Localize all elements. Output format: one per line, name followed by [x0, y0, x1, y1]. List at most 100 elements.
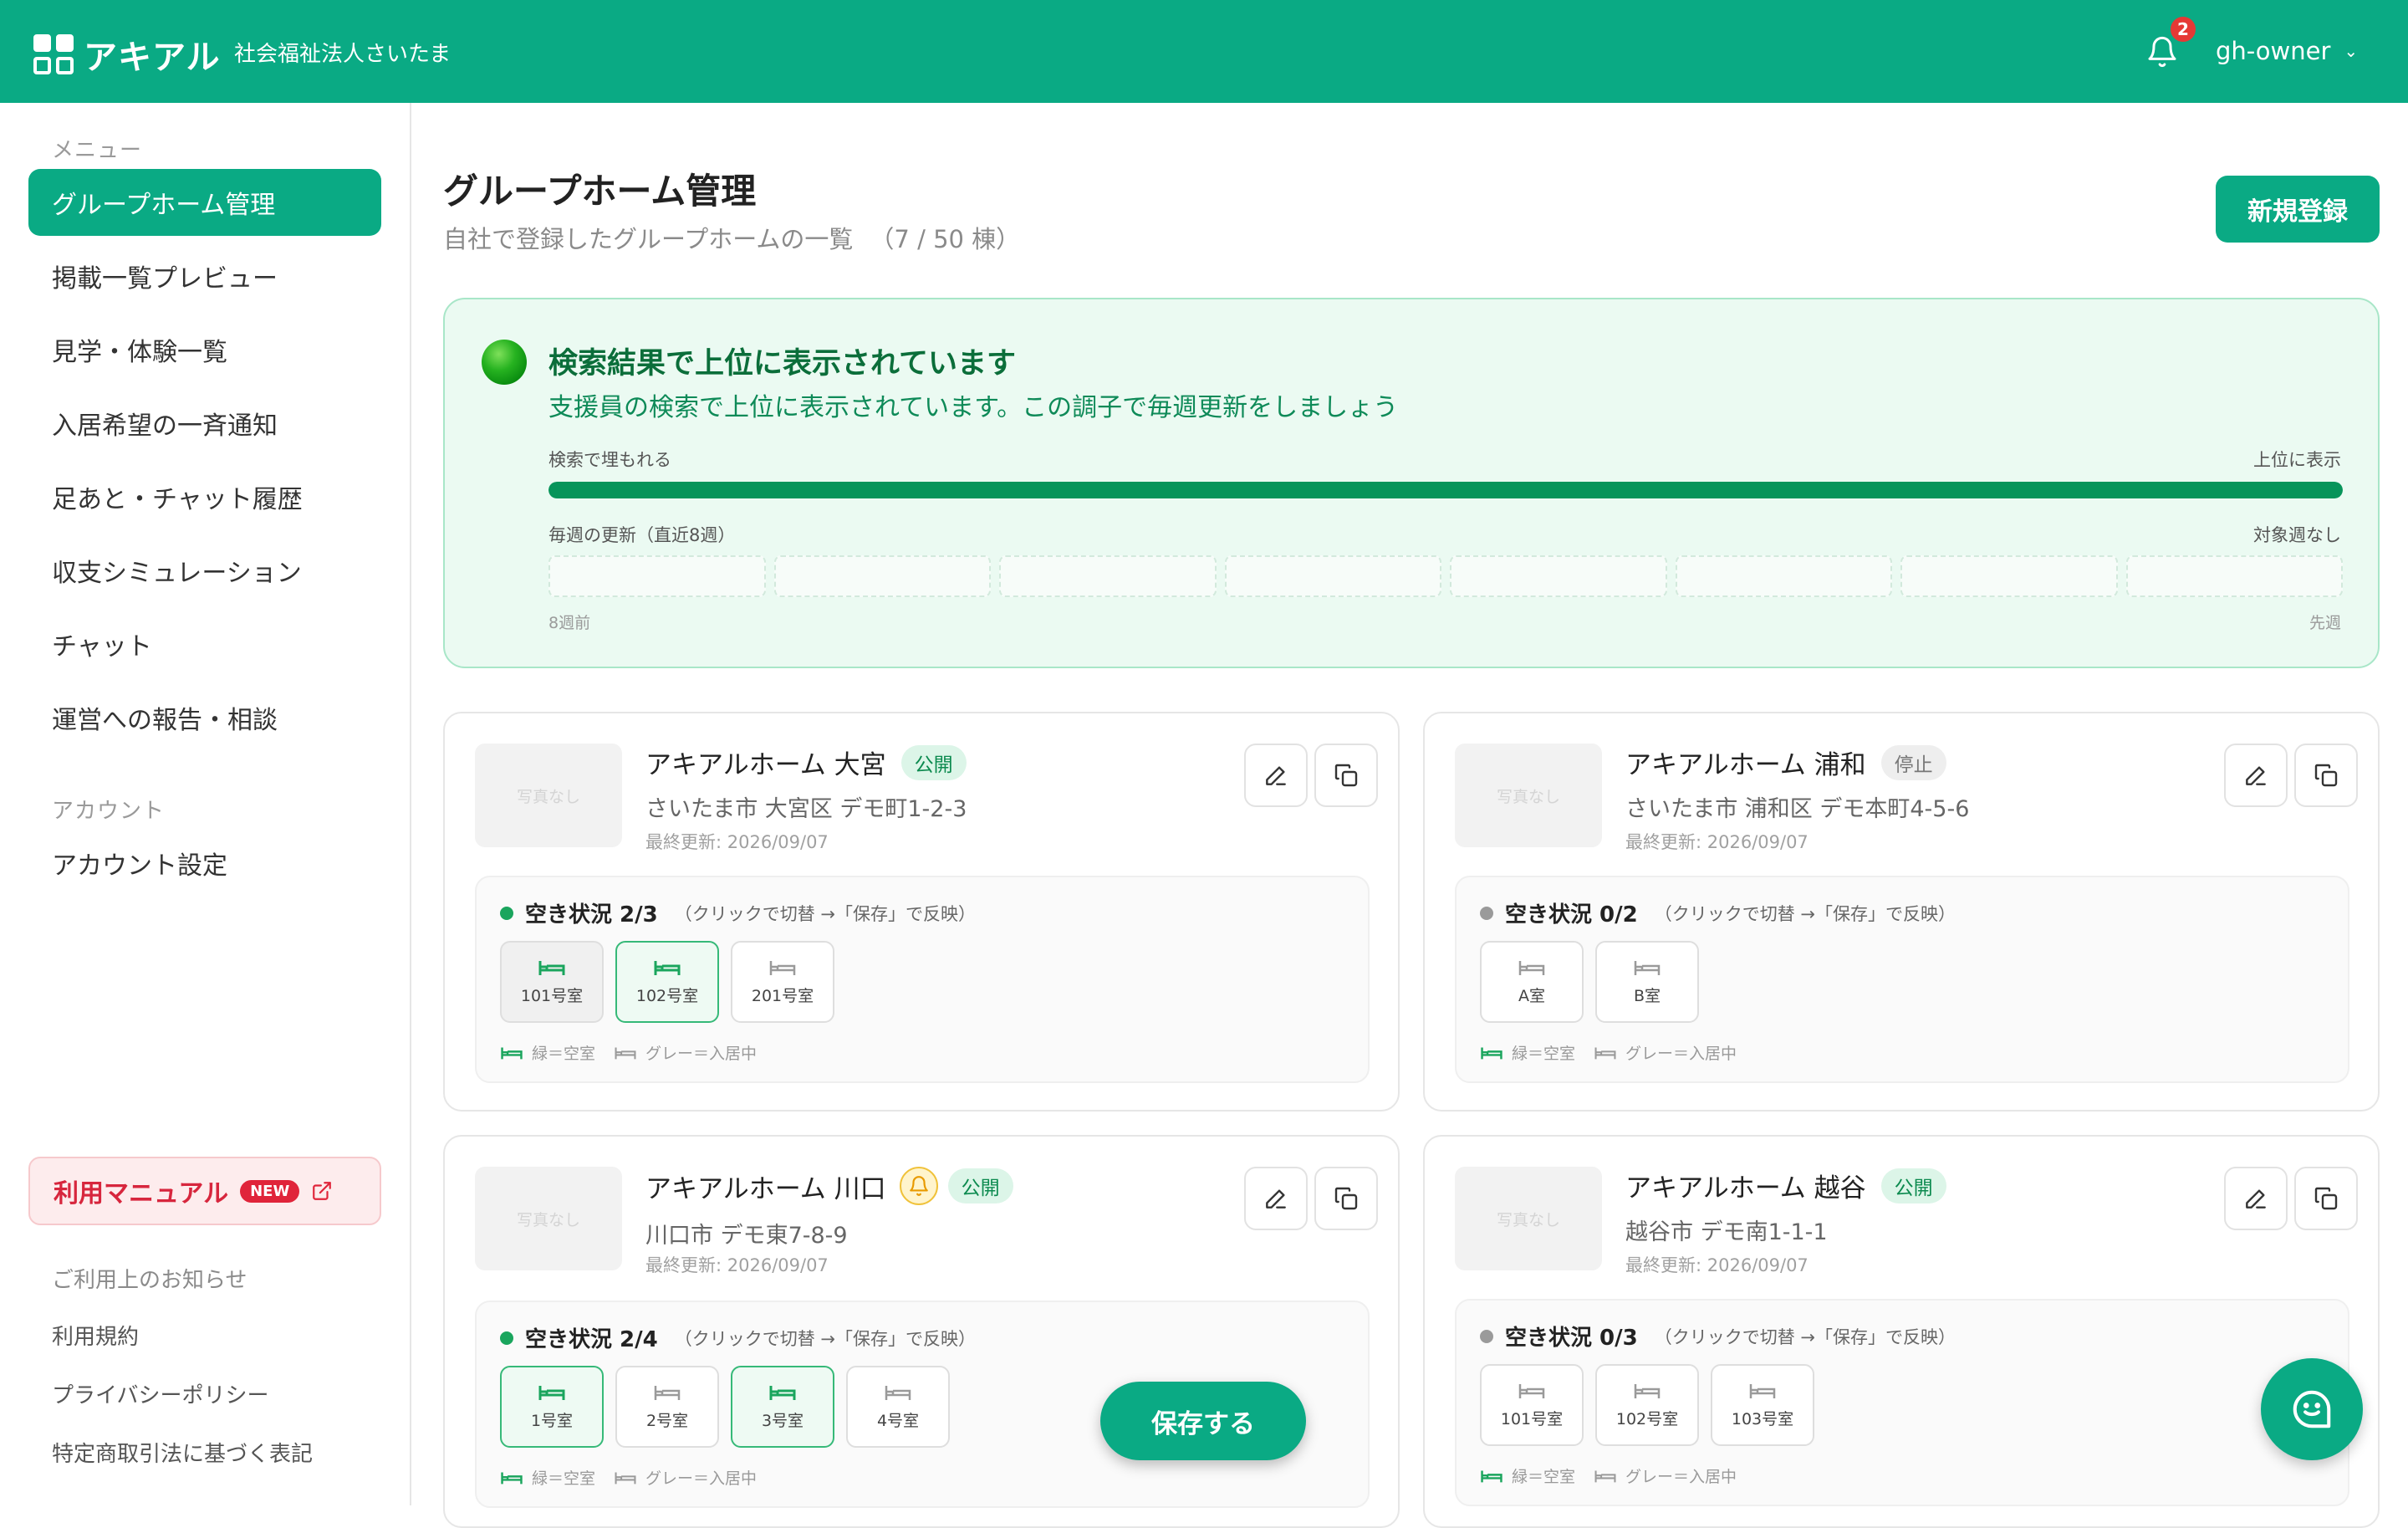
vacancy-note: （クリックで切替 →「保存」で反映）: [1654, 1326, 1956, 1347]
home-updated: 最終更新: 2026/09/07: [1625, 1255, 1809, 1275]
week-cell: [1450, 555, 1667, 597]
new-register-button[interactable]: 新規登録: [2216, 176, 2380, 243]
home-name: アキアルホーム 川口: [645, 1173, 886, 1204]
sidebar-item-group-home[interactable]: グループホーム管理: [28, 169, 381, 236]
manual-link[interactable]: 利用マニュアル NEW: [28, 1157, 381, 1225]
bed-icon: [615, 1046, 636, 1059]
bed-icon: [1634, 1383, 1661, 1398]
room-toggle[interactable]: B室: [1595, 941, 1699, 1023]
manual-label: 利用マニュアル: [54, 1179, 229, 1209]
home-card: 写真なし アキアルホーム 川口 公開 川口市 デモ東7-8-9 最終更新: 20…: [443, 1135, 1400, 1528]
edit-button[interactable]: [2224, 744, 2288, 807]
sidebar-item-simulation[interactable]: 収支シミュレーション: [28, 537, 381, 604]
terms-link[interactable]: 利用規約: [52, 1320, 139, 1351]
room-toggle[interactable]: 101号室: [500, 941, 604, 1023]
room-list: 101号室 102号室 103号室: [1480, 1364, 1814, 1446]
room-toggle[interactable]: 102号室: [615, 941, 719, 1023]
room-toggle[interactable]: 103号室: [1711, 1364, 1814, 1446]
bed-icon: [769, 1385, 796, 1400]
duplicate-button[interactable]: [2294, 1167, 2358, 1230]
sidebar-item-report[interactable]: 運営への報告・相談: [28, 684, 381, 751]
room-toggle[interactable]: 4号室: [846, 1366, 950, 1448]
notice-heading: ご利用上のお知らせ: [52, 1268, 247, 1293]
bed-icon: [885, 1385, 911, 1400]
home-name-row: アキアルホーム 川口 公開: [645, 1167, 1013, 1205]
room-label: 103号室: [1731, 1409, 1794, 1428]
duplicate-button[interactable]: [2294, 744, 2358, 807]
room-toggle[interactable]: 201号室: [731, 941, 834, 1023]
bed-icon: [1634, 960, 1661, 975]
commerce-law-link[interactable]: 特定商取引法に基づく表記: [52, 1437, 313, 1468]
legend-occupied: グレー＝入居中: [645, 1045, 758, 1063]
vacancy-header: 空き状況 2/3 （クリックで切替 →「保存」で反映）: [500, 897, 976, 928]
bed-icon: [1518, 1383, 1545, 1398]
page-subtitle-text: 自社で登録したグループホームの一覧: [443, 225, 854, 253]
bed-icon: [769, 960, 796, 975]
duplicate-button[interactable]: [1314, 1167, 1378, 1230]
bed-icon: [1481, 1469, 1502, 1482]
external-link-icon: [313, 1182, 332, 1200]
legend-occupied: グレー＝入居中: [1625, 1045, 1737, 1063]
sidebar-item-account-settings[interactable]: アカウント設定: [28, 830, 381, 897]
account-heading: アカウント: [52, 799, 166, 824]
bed-icon: [501, 1471, 523, 1484]
room-label: 101号室: [520, 986, 584, 1005]
home-name: アキアルホーム 浦和: [1625, 750, 1866, 780]
status-badge: 公開: [1880, 1168, 1946, 1203]
save-button[interactable]: 保存する: [1100, 1382, 1306, 1460]
page-title: グループホーム管理: [443, 171, 757, 212]
bed-icon: [1481, 1046, 1502, 1059]
status-badge: 停止: [1880, 744, 1946, 780]
legend-vacant: 緑＝空室: [1512, 1468, 1576, 1486]
app-logo[interactable]: アキアル: [33, 30, 221, 79]
bed-icon: [501, 1046, 523, 1059]
copy-icon: [2314, 764, 2338, 787]
legend-vacant: 緑＝空室: [1512, 1045, 1576, 1063]
legend-occupied: グレー＝入居中: [1625, 1468, 1737, 1486]
sidebar-item-bulk-notify[interactable]: 入居希望の一斉通知: [28, 390, 381, 457]
room-toggle[interactable]: 2号室: [615, 1366, 719, 1448]
bed-icon: [538, 1385, 565, 1400]
room-toggle[interactable]: 102号室: [1595, 1364, 1699, 1446]
chevron-down-icon: ⌄: [2344, 41, 2359, 61]
duplicate-button[interactable]: [1314, 744, 1378, 807]
bed-icon: [1749, 1383, 1776, 1398]
home-address: さいたま市 浦和区 デモ本町4-5-6: [1625, 796, 1970, 822]
privacy-link[interactable]: プライバシーポリシー: [52, 1378, 268, 1409]
room-label: A室: [1518, 986, 1545, 1005]
week-cell: [1224, 555, 1441, 597]
room-toggle[interactable]: 101号室: [1480, 1364, 1584, 1446]
vacancy-note: （クリックで切替 →「保存」で反映）: [674, 1328, 977, 1349]
status-description: 支援員の検索で上位に表示されています。この調子で毎週更新をしましょう: [548, 393, 1399, 422]
sidebar: メニュー グループホーム管理 掲載一覧プレビュー 見学・体験一覧 入居希望の一斉…: [0, 103, 411, 1505]
vacancy-box: 空き状況 0/3 （クリックで切替 →「保存」で反映） 101号室 102号室 …: [1455, 1299, 2349, 1506]
bed-icon: [1518, 960, 1545, 975]
main-content: グループホーム管理 自社で登録したグループホームの一覧 （7 / 50 棟） 新規…: [411, 103, 2408, 1528]
weeks-ago-label: 8週前: [548, 614, 591, 632]
pencil-icon: [2246, 766, 2266, 785]
sidebar-item-tours[interactable]: 見学・体験一覧: [28, 316, 381, 383]
bed-icon: [654, 960, 681, 975]
room-toggle[interactable]: 3号室: [731, 1366, 834, 1448]
edit-button[interactable]: [1244, 744, 1308, 807]
chat-fab-button[interactable]: [2261, 1358, 2363, 1460]
edit-button[interactable]: [1244, 1167, 1308, 1230]
week-cell: [999, 555, 1217, 597]
alert-bell-icon[interactable]: [899, 1167, 938, 1205]
sidebar-item-chat[interactable]: チャット: [28, 611, 381, 677]
home-card: 写真なし アキアルホーム 越谷 公開 越谷市 デモ南1-1-1 最終更新: 20…: [1423, 1135, 2380, 1528]
room-label: 101号室: [1500, 1409, 1564, 1428]
edit-button[interactable]: [2224, 1167, 2288, 1230]
vacancy-header: 空き状況 0/2 （クリックで切替 →「保存」で反映）: [1480, 897, 1956, 928]
sidebar-item-footprint-history[interactable]: 足あと・チャット履歴: [28, 463, 381, 530]
room-legend: 緑＝空室 グレー＝入居中: [500, 1041, 775, 1064]
user-menu[interactable]: gh-owner ⌄: [2216, 37, 2358, 65]
weekly-update-status: 対象週なし: [2253, 525, 2341, 545]
room-toggle[interactable]: 1号室: [500, 1366, 604, 1448]
bed-icon: [1594, 1046, 1616, 1059]
room-toggle[interactable]: A室: [1480, 941, 1584, 1023]
room-label: 3号室: [761, 1411, 804, 1430]
sidebar-item-listing-preview[interactable]: 掲載一覧プレビュー: [28, 243, 381, 309]
bed-icon: [654, 1385, 681, 1400]
vacancy-count: 空き状況 0/3: [1505, 1326, 1638, 1351]
